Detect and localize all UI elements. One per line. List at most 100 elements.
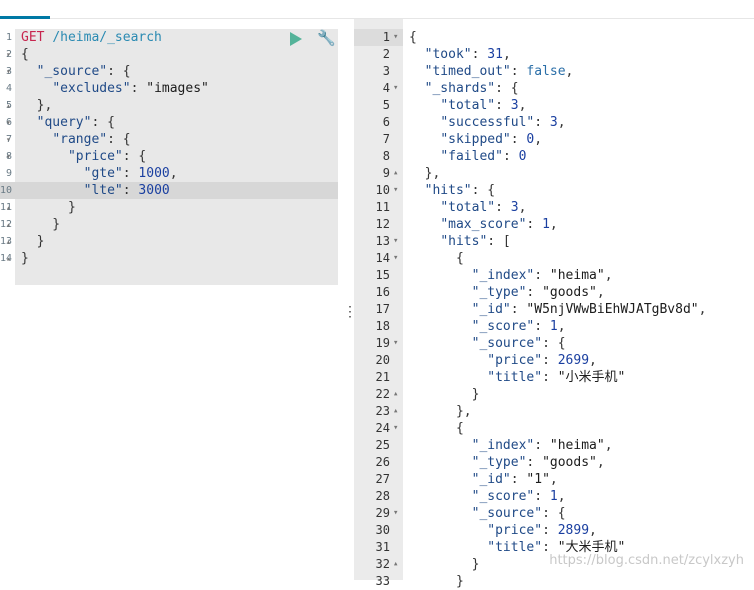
token-str: "W5njVWwBiEhWJATgBv8d" xyxy=(526,302,699,317)
token-punc: : xyxy=(510,64,527,79)
token-num: 2899 xyxy=(557,523,590,538)
line-number: 2 xyxy=(382,47,390,61)
line-number: 4 xyxy=(382,81,390,95)
fold-open-icon[interactable]: ▾ xyxy=(393,182,401,199)
fold-close-icon[interactable]: ▴ xyxy=(6,250,14,267)
line-number: 30 xyxy=(375,523,390,537)
line-number: 26 xyxy=(375,455,390,469)
response-code: "_source": { xyxy=(409,505,566,522)
fold-open-icon[interactable]: ▾ xyxy=(393,80,401,97)
wrench-icon[interactable]: 🔧 xyxy=(317,29,336,47)
fold-open-icon[interactable]: ▾ xyxy=(6,114,14,131)
fold-open-icon[interactable]: ▾ xyxy=(6,148,14,165)
token-punc: : { xyxy=(122,149,147,164)
token-key: "hits" xyxy=(424,183,472,198)
response-line: 12 "max_score": 1, xyxy=(354,216,754,233)
response-line: 7 "skipped": 0, xyxy=(354,131,754,148)
line-number: 10 xyxy=(0,185,12,196)
request-line: 1 GET /heima/_search xyxy=(0,29,338,46)
token-punc: : xyxy=(526,217,543,232)
line-number: 29 xyxy=(375,506,390,520)
token-num: 0 xyxy=(518,149,527,164)
token-punc xyxy=(409,47,425,62)
line-number: 7 xyxy=(382,132,390,146)
token-punc: , xyxy=(502,47,511,62)
token-key: "query" xyxy=(36,115,92,130)
fold-close-icon[interactable]: ▴ xyxy=(6,233,14,250)
token-punc xyxy=(409,489,472,504)
token-punc: , xyxy=(589,523,597,538)
token-method: GET xyxy=(21,30,45,45)
fold-open-icon[interactable]: ▾ xyxy=(6,46,14,63)
fold-open-icon[interactable]: ▾ xyxy=(6,63,14,80)
fold-open-icon[interactable]: ▾ xyxy=(393,505,401,522)
request-code: "lte": 3000 xyxy=(21,182,170,199)
fold-open-icon[interactable]: ▾ xyxy=(6,131,14,148)
token-punc: : xyxy=(526,285,543,300)
token-punc xyxy=(409,506,472,521)
fold-open-icon[interactable]: ▾ xyxy=(393,335,401,352)
token-punc xyxy=(21,149,68,164)
token-punc: , xyxy=(549,217,558,232)
token-punc xyxy=(409,132,440,147)
fold-close-icon[interactable]: ▴ xyxy=(6,97,14,114)
fold-open-icon[interactable]: ▾ xyxy=(393,250,401,267)
token-punc: } xyxy=(21,251,29,266)
pane-divider[interactable]: ⋮ xyxy=(338,19,357,580)
token-punc xyxy=(409,353,487,368)
fold-close-icon[interactable]: ▴ xyxy=(6,199,14,216)
response-code: "_type": "goods", xyxy=(409,454,605,471)
request-line: 2 ▾{ xyxy=(0,46,338,63)
token-punc: : xyxy=(495,200,511,215)
token-key: "gte" xyxy=(83,166,123,181)
request-editor[interactable]: 1 GET /heima/_search 2 ▾{3 ▾ "_source": {4 "… xyxy=(0,19,338,580)
fold-close-icon[interactable]: ▴ xyxy=(393,386,401,403)
token-punc: } xyxy=(409,574,464,589)
response-code: { xyxy=(409,250,464,267)
token-key: "total" xyxy=(440,98,496,113)
token-str: "heima" xyxy=(549,438,605,453)
response-line: 28 "_score": 1, xyxy=(354,488,754,505)
response-line: 10 ▾ "hits": { xyxy=(354,182,754,199)
response-line: 11 "total": 3, xyxy=(354,199,754,216)
token-punc: , xyxy=(596,455,605,470)
token-key: "_type" xyxy=(471,285,527,300)
request-code: "range": { xyxy=(21,131,130,148)
response-line: 18 "_score": 1, xyxy=(354,318,754,335)
fold-open-icon[interactable]: ▾ xyxy=(393,420,401,437)
token-punc: : xyxy=(510,132,527,147)
fold-close-icon[interactable]: ▴ xyxy=(393,403,401,420)
top-bar xyxy=(0,0,754,19)
token-punc xyxy=(409,455,472,470)
response-code: "max_score": 1, xyxy=(409,216,558,233)
fold-open-icon[interactable]: ▾ xyxy=(393,29,401,46)
token-num: 31 xyxy=(487,47,503,62)
line-number: 28 xyxy=(375,489,390,503)
token-punc: } xyxy=(21,200,76,215)
fold-open-icon[interactable]: ▾ xyxy=(393,233,401,250)
token-punc: , xyxy=(518,200,527,215)
response-line: 30 "price": 2899, xyxy=(354,522,754,539)
token-punc: , xyxy=(604,438,613,453)
token-punc: , xyxy=(596,285,605,300)
token-key: "price" xyxy=(487,353,543,368)
response-code: } xyxy=(409,386,480,403)
response-line: 9 ▴ }, xyxy=(354,165,754,182)
play-icon[interactable] xyxy=(290,32,302,46)
response-output[interactable]: 1 ▾{2 "took": 31, 3 "timed_out": false, 4 ▾ … xyxy=(354,19,754,589)
token-punc xyxy=(409,370,487,385)
fold-close-icon[interactable]: ▴ xyxy=(393,165,401,182)
line-number: 25 xyxy=(375,438,390,452)
token-punc: : xyxy=(534,489,550,504)
fold-close-icon[interactable]: ▴ xyxy=(6,216,14,233)
response-code: } xyxy=(409,556,480,573)
token-punc: { xyxy=(409,30,417,45)
response-code: "_type": "goods", xyxy=(409,284,605,301)
line-number: 31 xyxy=(375,540,390,554)
request-line: 12 ▴ } xyxy=(0,216,338,233)
response-code: { xyxy=(409,420,464,437)
token-punc: : { xyxy=(542,336,566,351)
fold-close-icon[interactable]: ▴ xyxy=(393,556,401,573)
response-line: 4 ▾ "_shards": { xyxy=(354,80,754,97)
request-line: 5 ▴ }, xyxy=(0,97,338,114)
